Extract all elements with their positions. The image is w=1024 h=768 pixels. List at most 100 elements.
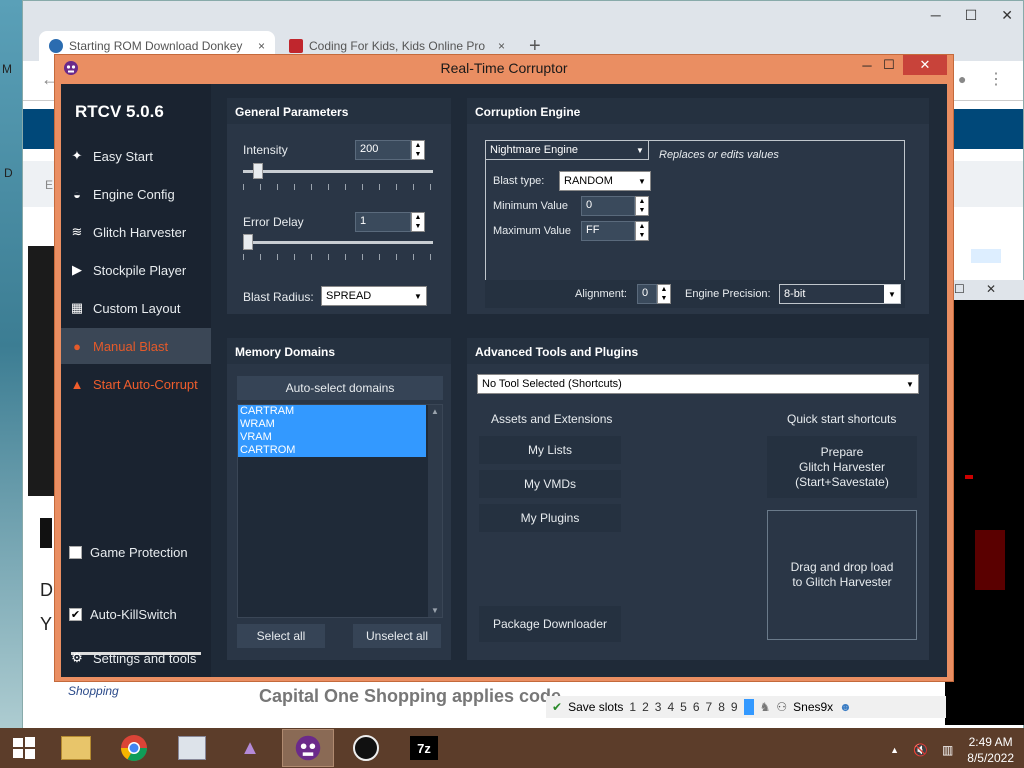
slot-5[interactable]: 5	[680, 700, 687, 714]
nav-manual-blast[interactable]: ● Manual Blast	[61, 328, 211, 364]
browser-window-controls: ─ ☐ ✕	[931, 7, 1013, 24]
blast-type-value: RANDOM	[564, 175, 613, 187]
close-icon[interactable]: ✕	[1001, 7, 1013, 24]
nav-custom-layout[interactable]: ▦ Custom Layout	[61, 290, 211, 326]
slot-2[interactable]: 2	[642, 700, 649, 714]
prepare-glitch-harvester-button[interactable]: Prepare Glitch Harvester (Start+Savestat…	[767, 436, 917, 498]
rtc-titlebar[interactable]: Real-Time Corruptor	[55, 55, 953, 81]
auto-select-domains-button[interactable]: Auto-select domains	[237, 376, 443, 400]
rtc-content: RTCV 5.0.6 ✦ Easy Start ◒ Engine Config …	[61, 84, 947, 677]
nav-stockpile-player[interactable]: ▶ Stockpile Player	[61, 252, 211, 288]
blast-radius-dropdown[interactable]: SPREAD ▼	[321, 286, 427, 306]
precision-dropdown[interactable]: 8-bit ▼	[779, 284, 901, 304]
min-value-spinner[interactable]: ▲ ▼	[635, 196, 649, 216]
auto-killswitch-toggle[interactable]: ✔ Auto-KillSwitch	[61, 596, 211, 632]
taskbar-app[interactable]: ▲	[224, 729, 276, 767]
slot-selected[interactable]	[743, 699, 754, 715]
rtc-sidebar: RTCV 5.0.6 ✦ Easy Start ◒ Engine Config …	[61, 84, 211, 677]
corruption-engine-panel: Corruption Engine Nightmare Engine ▼ Rep…	[467, 98, 929, 314]
nav-start-auto-corrupt[interactable]: ▲ Start Auto-Corrupt	[61, 366, 211, 402]
game-protection-toggle[interactable]: Game Protection	[61, 534, 211, 570]
taskbar-explorer[interactable]	[50, 729, 102, 767]
list-item[interactable]: WRAM	[238, 418, 426, 431]
maximize-icon[interactable]: ☐	[954, 282, 965, 296]
alignment-input[interactable]: 0	[637, 284, 657, 304]
maximize-icon[interactable]: ☐	[965, 7, 978, 24]
close-icon[interactable]: ✕	[986, 282, 996, 296]
settings-button[interactable]: ⚙ Settings and tools	[61, 640, 211, 676]
profile-icon[interactable]: ●	[958, 71, 966, 87]
intensity-spinner[interactable]: ▲ ▼	[411, 140, 425, 160]
taskbar-7zip[interactable]: 7z	[398, 729, 450, 767]
blast-type-dropdown[interactable]: RANDOM ▼	[559, 171, 651, 191]
max-value-spinner[interactable]: ▲ ▼	[635, 221, 649, 241]
slot-7[interactable]: 7	[706, 700, 713, 714]
desktop-text: D	[4, 166, 13, 180]
tab-close-icon[interactable]: ×	[498, 39, 505, 53]
scroll-down-icon[interactable]: ▼	[431, 606, 439, 615]
minimize-icon[interactable]: ─	[931, 7, 941, 24]
slot-8[interactable]: 8	[718, 700, 725, 714]
controller-icon[interactable]: ♞	[760, 700, 771, 714]
nav-engine-config[interactable]: ◒ Engine Config	[61, 176, 211, 212]
tab-close-icon[interactable]: ×	[258, 39, 265, 53]
memory-domains-list[interactable]: CARTRAM WRAM VRAM CARTROM ▲ ▼	[237, 404, 443, 618]
error-delay-input[interactable]: 1	[355, 212, 411, 232]
rtc-maximize-button[interactable]: ☐	[871, 55, 907, 75]
advanced-tools-panel: Advanced Tools and Plugins No Tool Selec…	[467, 338, 929, 660]
max-value-input[interactable]: FF	[581, 221, 635, 241]
select-all-button[interactable]: Select all	[237, 624, 325, 648]
alignment-spinner[interactable]: ▲ ▼	[657, 284, 671, 304]
error-delay-spinner[interactable]: ▲ ▼	[411, 212, 425, 232]
scroll-up-icon[interactable]: ▲	[431, 407, 439, 416]
taskbar-chrome[interactable]	[108, 729, 160, 767]
slot-6[interactable]: 6	[693, 700, 700, 714]
blast-type-label: Blast type:	[493, 175, 545, 187]
my-lists-button[interactable]: My Lists	[479, 436, 621, 464]
slot-9[interactable]: 9	[731, 700, 738, 714]
quick-start-title: Quick start shortcuts	[787, 412, 897, 426]
list-item[interactable]: CARTRAM	[238, 405, 426, 418]
intensity-slider-thumb[interactable]	[253, 163, 263, 179]
intensity-slider-track[interactable]	[243, 170, 433, 173]
drag-drop-zone[interactable]: Drag and drop load to Glitch Harvester	[767, 510, 917, 640]
package-downloader-button[interactable]: Package Downloader	[479, 606, 621, 642]
volume-icon[interactable]: 🔇	[913, 743, 928, 757]
tool-dropdown[interactable]: No Tool Selected (Shortcuts) ▼	[477, 374, 919, 394]
network-icon[interactable]: ▥	[942, 743, 953, 757]
error-delay-slider-thumb[interactable]	[243, 234, 253, 250]
nav-glitch-harvester[interactable]: ≋ Glitch Harvester	[61, 214, 211, 250]
slot-3[interactable]: 3	[655, 700, 662, 714]
tool-dropdown-value: No Tool Selected (Shortcuts)	[482, 378, 622, 390]
my-vmds-button[interactable]: My VMDs	[479, 470, 621, 498]
triangle-app-icon: ▲	[240, 736, 260, 759]
user-icon[interactable]: ☻	[839, 700, 852, 714]
error-delay-slider-track[interactable]	[243, 241, 433, 244]
rtc-close-button[interactable]: ✕	[903, 55, 947, 75]
game-protection-checkbox[interactable]	[69, 545, 82, 559]
slot-1[interactable]: 1	[629, 700, 636, 714]
auto-killswitch-checkbox[interactable]: ✔	[69, 607, 82, 621]
list-item[interactable]: CARTROM	[238, 444, 426, 457]
list-item[interactable]: VRAM	[238, 431, 426, 444]
slot-4[interactable]: 4	[667, 700, 674, 714]
min-value-input[interactable]: 0	[581, 196, 635, 216]
ad-choices-icon[interactable]	[971, 249, 1001, 263]
taskbar-rtcv[interactable]	[282, 729, 334, 767]
taskbar-monitor[interactable]	[166, 729, 218, 767]
blast-radius-value: SPREAD	[326, 290, 372, 302]
unselect-all-button[interactable]: Unselect all	[353, 624, 441, 648]
chevron-up-icon[interactable]: ▲	[890, 745, 899, 755]
engine-dropdown[interactable]: Nightmare Engine ▼	[485, 140, 649, 160]
clock[interactable]: 2:49 AM 8/5/2022	[967, 734, 1014, 766]
list-scrollbar[interactable]: ▲ ▼	[428, 405, 442, 617]
nav-easy-start[interactable]: ✦ Easy Start	[61, 138, 211, 174]
taskbar-app[interactable]	[340, 729, 392, 767]
start-button[interactable]	[4, 729, 44, 767]
my-plugins-button[interactable]: My Plugins	[479, 504, 621, 532]
tab-title: Coding For Kids, Kids Online Pro	[309, 39, 486, 53]
shopping-label: Shopping	[68, 684, 119, 698]
intensity-input[interactable]: 200	[355, 140, 411, 160]
menu-icon[interactable]: ⋮	[988, 69, 1004, 89]
panel-title: General Parameters	[227, 98, 451, 124]
